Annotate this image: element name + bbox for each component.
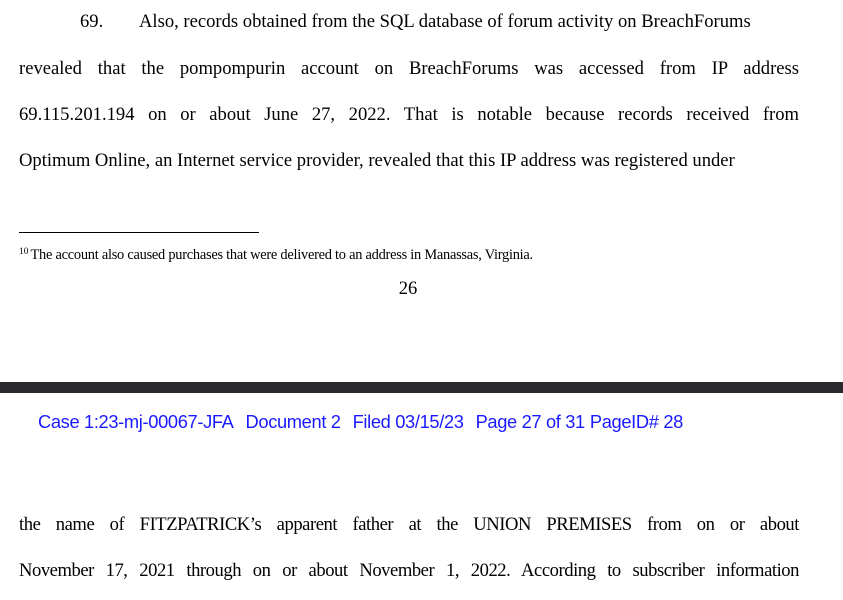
footnote: 10 The account also caused purchases that…: [19, 243, 533, 264]
body-line-3: 69.115.201.194 on or about June 27, 2022…: [19, 104, 799, 125]
paragraph-number: 69.: [80, 11, 104, 32]
header-page: Page 27 of 31: [475, 411, 586, 432]
page-separator: [0, 382, 843, 393]
body-line-4: Optimum Online, an Internet service prov…: [19, 150, 735, 171]
header-case-number: Case 1:23-mj-00067-JFA: [38, 411, 234, 432]
body-line-5: the name of FITZPATRICK’s apparent fathe…: [19, 514, 799, 535]
footnote-separator: [19, 232, 259, 233]
page-26: 69. Also, records obtained from the SQL …: [0, 0, 843, 382]
header-filed-date: Filed 03/15/23: [352, 411, 464, 432]
footnote-text: The account also caused purchases that w…: [30, 247, 534, 263]
page-27: Case 1:23-mj-00067-JFA Document 2 Filed 03…: [0, 393, 843, 600]
filing-header: Case 1:23-mj-00067-JFA Document 2 Filed 03…: [38, 411, 683, 433]
footnote-marker: 10: [19, 247, 29, 257]
page-number: 26: [398, 278, 418, 299]
header-page-id: PageID# 28: [589, 411, 683, 432]
body-line-1: Also, records obtained from the SQL data…: [139, 11, 751, 32]
header-document: Document 2: [245, 411, 341, 432]
body-line-2: revealed that the pompompurin account on…: [19, 58, 799, 79]
body-line-6: November 17, 2021 through on or about No…: [19, 560, 799, 581]
